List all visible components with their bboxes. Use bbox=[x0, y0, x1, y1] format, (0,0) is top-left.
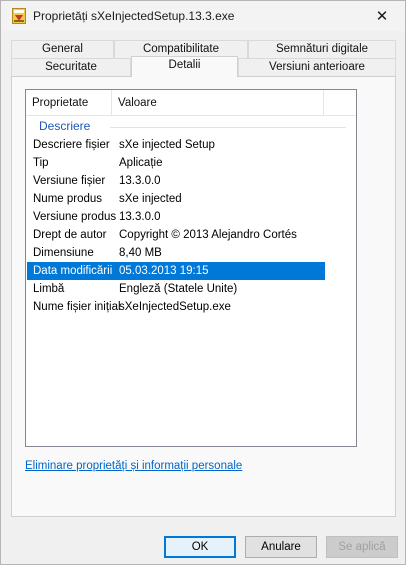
cancel-button[interactable]: Anulare bbox=[245, 536, 317, 558]
title-bar: Proprietăți sXeInjectedSetup.13.3.exe ✕ bbox=[1, 1, 405, 31]
close-button[interactable]: ✕ bbox=[359, 1, 405, 31]
list-item[interactable]: Nume fișier inițial sXeInjectedSetup.exe bbox=[26, 298, 326, 316]
list-item[interactable]: Versiune fișier 13.3.0.0 bbox=[26, 172, 326, 190]
apply-button[interactable]: Se aplică bbox=[326, 536, 398, 558]
column-header-value[interactable]: Valoare bbox=[112, 90, 324, 116]
remove-properties-link[interactable]: Eliminare proprietăți și informații pers… bbox=[25, 460, 242, 472]
close-icon: ✕ bbox=[375, 8, 389, 25]
details-page: Proprietate Valoare Descriere Descriere … bbox=[11, 76, 396, 517]
list-header: Proprietate Valoare bbox=[26, 90, 356, 116]
group-divider bbox=[110, 127, 346, 128]
list-item[interactable]: Limbă Engleză (Statele Unite) bbox=[26, 280, 326, 298]
list-item[interactable]: Dimensiune 8,40 MB bbox=[26, 244, 326, 262]
list-item-selected[interactable]: Data modificării 05.03.2013 19:15 bbox=[27, 262, 325, 280]
setup-exe-icon bbox=[12, 8, 26, 24]
list-item[interactable]: Descriere fișier sXe injected Setup bbox=[26, 136, 326, 154]
list-item[interactable]: Versiune produs 13.3.0.0 bbox=[26, 208, 326, 226]
column-header-property[interactable]: Proprietate bbox=[26, 90, 112, 116]
tab-digital-signatures[interactable]: Semnături digitale bbox=[248, 40, 396, 58]
window-title: Proprietăți sXeInjectedSetup.13.3.exe bbox=[33, 9, 235, 23]
tab-general[interactable]: General bbox=[11, 40, 114, 58]
group-title: Descriere bbox=[39, 119, 91, 133]
tab-details[interactable]: Detalii bbox=[131, 56, 238, 77]
details-list[interactable]: Proprietate Valoare Descriere Descriere … bbox=[25, 89, 357, 447]
tab-security[interactable]: Securitate bbox=[11, 58, 131, 76]
list-item[interactable]: Tip Aplicație bbox=[26, 154, 326, 172]
list-item[interactable]: Drept de autor Copyright © 2013 Alejandr… bbox=[26, 226, 326, 244]
tab-previous-versions[interactable]: Versiuni anterioare bbox=[238, 58, 396, 76]
ok-button[interactable]: OK bbox=[164, 536, 236, 558]
list-item[interactable]: Nume produs sXe injected bbox=[26, 190, 326, 208]
properties-dialog: Proprietăți sXeInjectedSetup.13.3.exe ✕ … bbox=[0, 0, 406, 565]
